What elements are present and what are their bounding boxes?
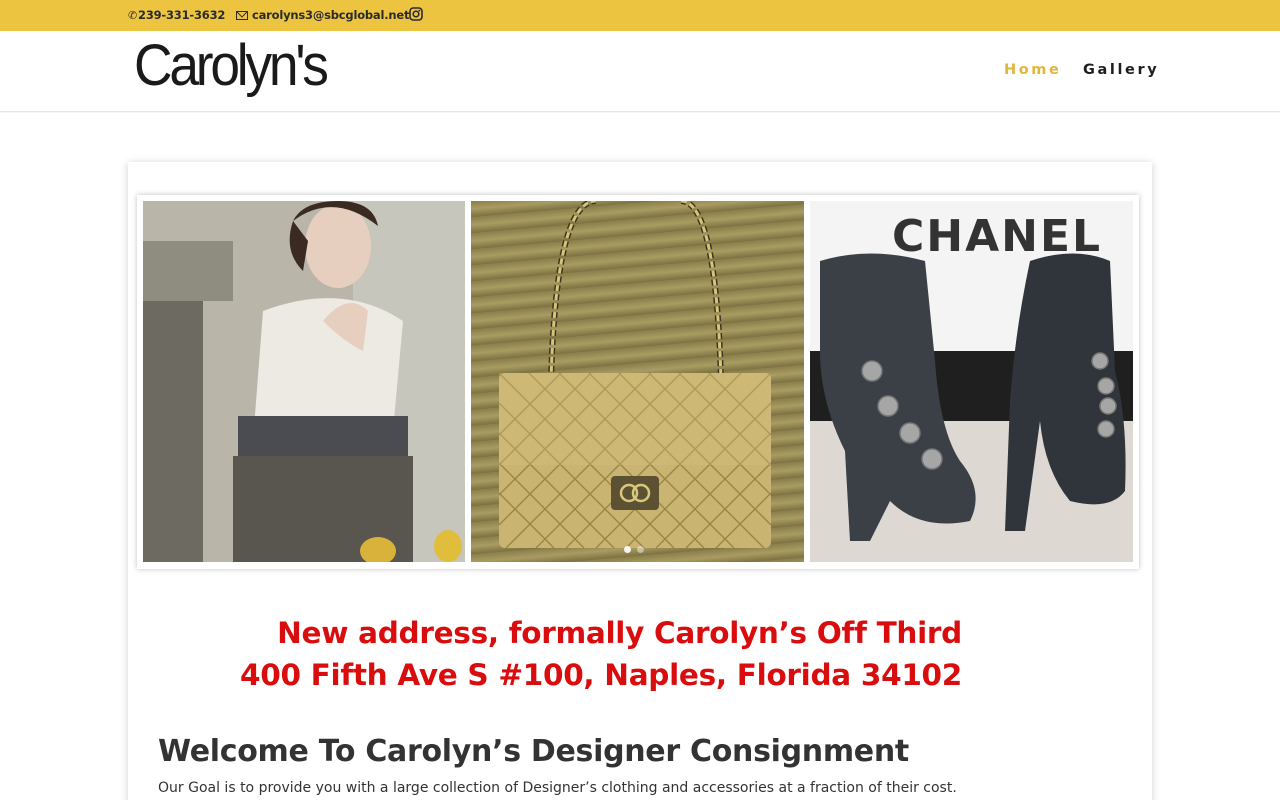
chanel-boots-icon: CHANEL: [810, 201, 1133, 562]
site-header: Carolyn's Home Gallery: [0, 31, 1280, 112]
phone-number: 239-331-3632: [138, 8, 226, 22]
envelope-icon: [236, 11, 248, 20]
announcement-line-1: New address, formally Carolyn’s Off Thir…: [277, 616, 962, 650]
slide-image-handbag: [471, 201, 804, 562]
image-slider[interactable]: CHANEL: [137, 195, 1139, 569]
email-link[interactable]: carolyns3@sbcglobal.net: [236, 8, 409, 22]
slide-image-model: [143, 201, 465, 562]
goal-text: Our Goal is to provide you with a large …: [158, 780, 957, 796]
phone-icon: ✆: [128, 9, 138, 22]
top-bar: ✆239-331-3632 carolyns3@sbcglobal.net: [0, 0, 1280, 31]
slider-dot-1[interactable]: [624, 546, 631, 553]
model-photo-icon: [143, 201, 465, 562]
announcement-address: 400 Fifth Ave S #100, Naples, Florida 34…: [240, 658, 962, 692]
email-address: carolyns3@sbcglobal.net: [252, 8, 410, 22]
slider-pagination: [624, 538, 650, 557]
welcome-heading: Welcome To Carolyn’s Designer Consignmen…: [158, 734, 909, 769]
slider-dot-2[interactable]: [637, 546, 644, 553]
nav-item-home[interactable]: Home: [1004, 62, 1061, 78]
gold-handbag-icon: [498, 201, 772, 549]
site-logo[interactable]: Carolyn's: [134, 34, 329, 98]
slide-image-boots: CHANEL: [810, 201, 1133, 562]
nav-item-gallery[interactable]: Gallery: [1083, 62, 1159, 78]
phone-link[interactable]: ✆239-331-3632: [128, 8, 225, 22]
instagram-icon[interactable]: [409, 7, 423, 21]
content-card: CHANEL New address, formally Carolyn’s O…: [128, 162, 1152, 800]
